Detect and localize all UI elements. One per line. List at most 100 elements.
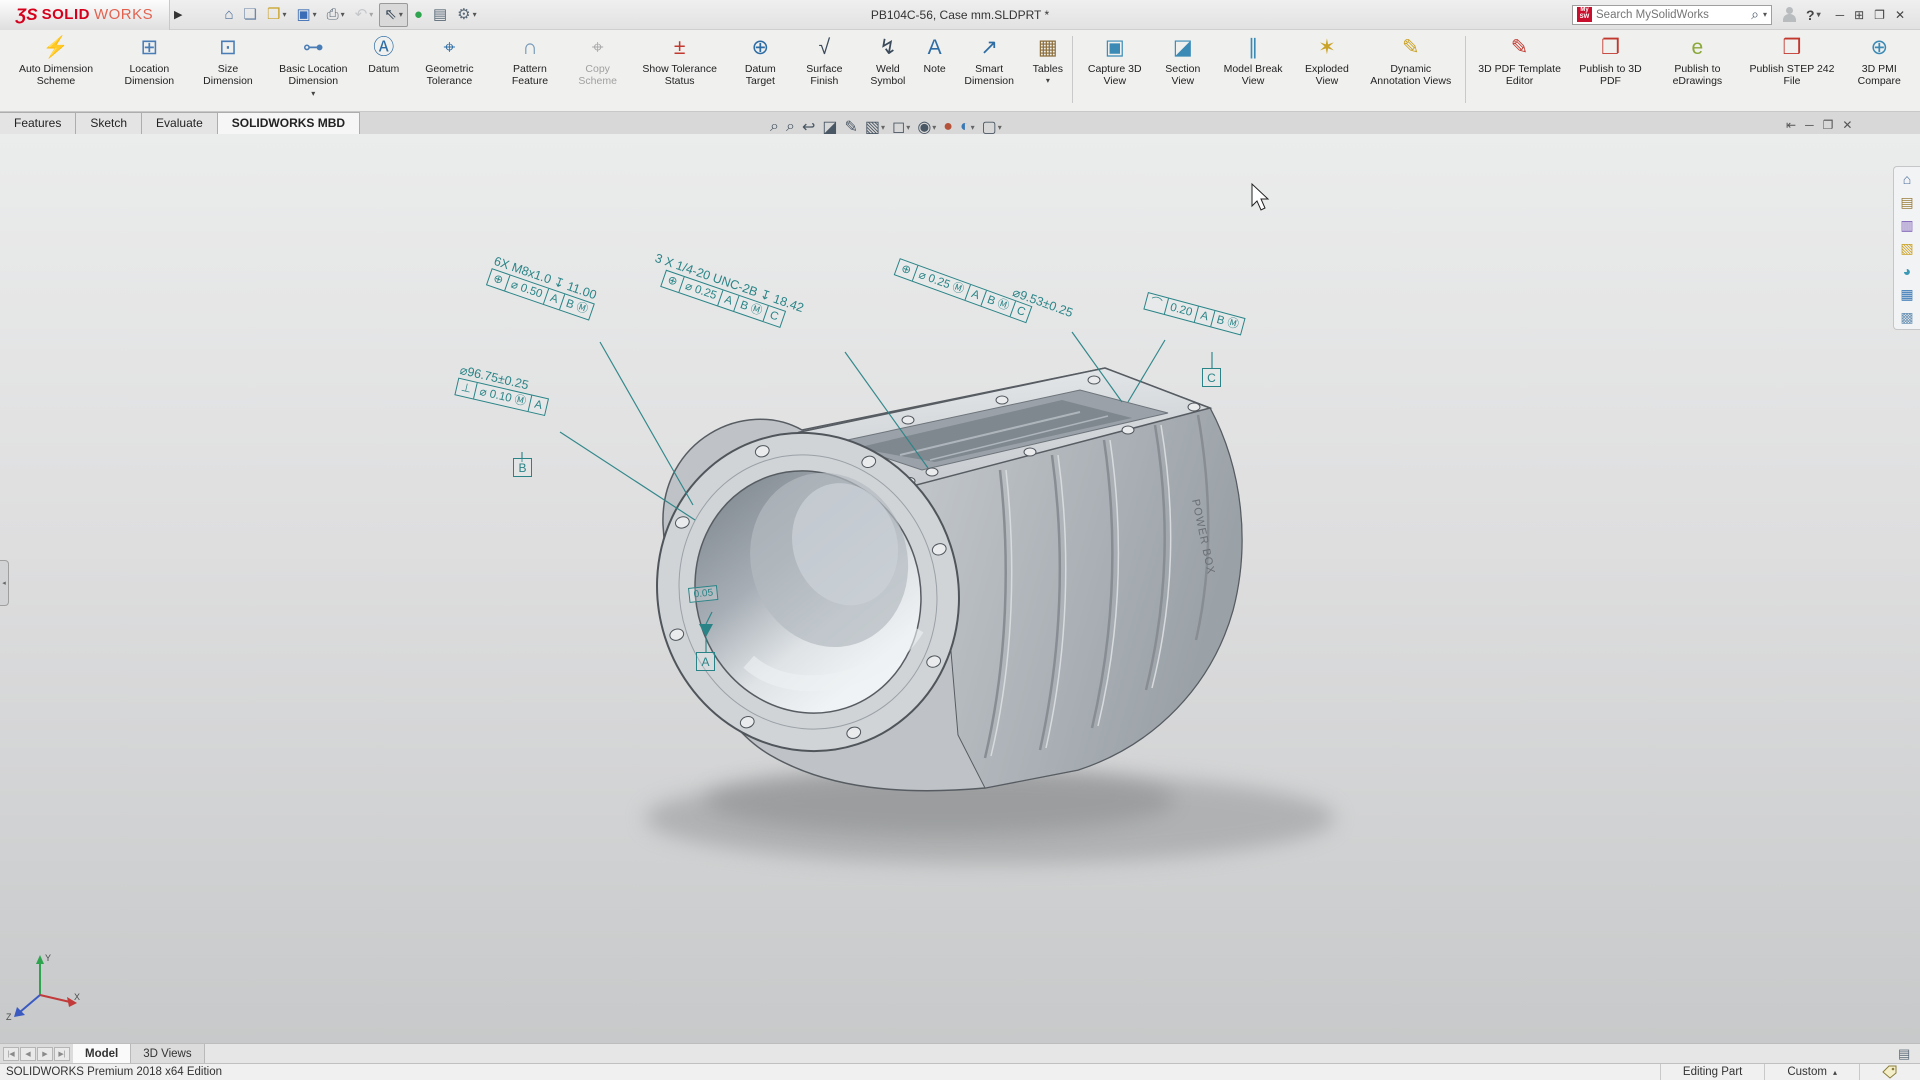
- ribbon-button-show-tolerance-status[interactable]: ±Show Tolerance Status: [630, 32, 729, 111]
- tab-sketch[interactable]: Sketch: [75, 112, 142, 134]
- section-view-button[interactable]: ◪: [822, 117, 837, 137]
- quickbar-print-button[interactable]: ⎙▾: [323, 4, 349, 26]
- custom-properties-icon[interactable]: ▦: [1900, 286, 1913, 302]
- solidworks-resources-icon[interactable]: ▤: [1900, 194, 1913, 210]
- maximize-icon[interactable]: ⊞: [1849, 8, 1869, 22]
- graphics-viewport[interactable]: POWER BOX Y X Z: [0, 134, 1920, 1043]
- user-account-icon[interactable]: [1782, 7, 1796, 22]
- note-icon: A: [928, 33, 942, 63]
- ribbon-button-section-view[interactable]: ◪Section View: [1153, 32, 1213, 111]
- quickbar-undo-button[interactable]: ↶▾: [351, 4, 378, 26]
- dynamic-annotation-views-button[interactable]: ✎: [844, 117, 857, 137]
- ribbon-button-3d-pmi-compare[interactable]: ⊕3D PMI Compare: [1841, 32, 1918, 111]
- ribbon-button-label: Publish to eDrawings: [1656, 63, 1738, 88]
- ribbon-button-datum-target[interactable]: ⊕Datum Target: [729, 32, 791, 111]
- ribbon-button-exploded-view[interactable]: ✶Exploded View: [1293, 32, 1361, 111]
- ribbon-button-model-break-view[interactable]: ∥Model Break View: [1213, 32, 1293, 111]
- search-input[interactable]: [1596, 9, 1747, 21]
- view-orientation-button[interactable]: ▧▾: [865, 117, 885, 137]
- ribbon-button-auto-dimension-scheme[interactable]: ⚡Auto Dimension Scheme: [6, 32, 106, 111]
- tab-evaluate[interactable]: Evaluate: [141, 112, 218, 134]
- file-explorer-icon[interactable]: ▧: [1900, 240, 1913, 256]
- tab-3d-views[interactable]: 3D Views: [131, 1044, 204, 1063]
- datum-c-box[interactable]: C: [1202, 368, 1221, 387]
- ribbon-button-publish-to-edrawings[interactable]: ePublish to eDrawings: [1651, 32, 1743, 111]
- ribbon-button-publish-to-3d-pdf[interactable]: ❐Publish to 3D PDF: [1570, 32, 1652, 111]
- quickbar-open-document-button[interactable]: ❒▾: [263, 4, 290, 26]
- design-library-icon[interactable]: ▥: [1900, 217, 1913, 233]
- ribbon-button-smart-dimension[interactable]: ↗Smart Dimension: [951, 32, 1028, 111]
- sheet-nav-button-3[interactable]: ▶|: [54, 1047, 70, 1061]
- apply-scene-button[interactable]: ◐▾: [960, 118, 975, 136]
- apply-scene-icon: ◐: [960, 118, 970, 136]
- ribbon-button-tables[interactable]: ▦Tables▾: [1028, 32, 1068, 111]
- datum-b-box[interactable]: B: [513, 458, 532, 477]
- ribbon-button-surface-finish[interactable]: √Surface Finish: [791, 32, 857, 111]
- orientation-triad: Y X Z: [6, 953, 80, 1022]
- previous-view-button[interactable]: ↩: [802, 117, 815, 137]
- view-settings-button[interactable]: ▢▾: [982, 117, 1002, 137]
- custom-properties-tag[interactable]: [1859, 1064, 1920, 1080]
- quickbar-rebuild-traffic-light-button[interactable]: ●: [410, 4, 427, 26]
- search-icon[interactable]: ⌕: [1751, 6, 1759, 23]
- minimize-icon[interactable]: ─: [1831, 8, 1850, 22]
- feature-manager-collapse-tab[interactable]: ◂: [0, 560, 9, 606]
- ribbon-button-weld-symbol[interactable]: ↯Weld Symbol: [857, 32, 918, 111]
- ribbon-button-label: Geometric Tolerance: [409, 63, 489, 88]
- ribbon-separator: [1465, 36, 1466, 103]
- search-caret-icon[interactable]: ▾: [1763, 10, 1767, 19]
- caret-down-icon: ▾: [282, 10, 286, 19]
- ribbon-button-datum[interactable]: ⒶDatum: [363, 32, 404, 111]
- tab-solidworks-mbd[interactable]: SOLIDWORKS MBD: [217, 112, 360, 134]
- menu-expand-arrow-icon[interactable]: ▶: [170, 8, 190, 21]
- ribbon-button-3d-pdf-template-editor[interactable]: ✎3D PDF Template Editor: [1470, 32, 1570, 111]
- ribbon-button-dynamic-annotation-views[interactable]: ✎Dynamic Annotation Views: [1361, 32, 1461, 111]
- close-document-icon[interactable]: ✕: [1842, 118, 1852, 132]
- quickbar-home-button[interactable]: ⌂: [220, 4, 237, 26]
- cascade-icon[interactable]: ❐: [1869, 8, 1890, 22]
- ribbon-button-note[interactable]: ANote: [919, 32, 951, 111]
- quickbar-select-button[interactable]: ⇖▾: [379, 3, 408, 27]
- ribbon-button-basic-location-dimension[interactable]: ⊶Basic Location Dimension▾: [263, 32, 363, 111]
- tab-features[interactable]: Features: [0, 112, 76, 134]
- configuration-selector[interactable]: Custom ▴: [1764, 1064, 1859, 1080]
- edit-appearance-button[interactable]: ●: [943, 118, 953, 136]
- display-style-button[interactable]: ◻▾: [892, 117, 910, 137]
- hide-show-items-button[interactable]: ◉▾: [917, 117, 936, 137]
- sheet-nav-button-2[interactable]: ▶: [37, 1047, 53, 1061]
- zoom-to-area-button[interactable]: ⌕: [786, 118, 795, 136]
- ribbon-button-geometric-tolerance[interactable]: ⌖Geometric Tolerance: [404, 32, 494, 111]
- ribbon-button-copy-scheme[interactable]: ⌖Copy Scheme: [565, 32, 630, 111]
- task-pane-toggle-icon[interactable]: ▤: [1898, 1046, 1910, 1062]
- ribbon-button-location-dimension[interactable]: ⊞Location Dimension: [106, 32, 193, 111]
- feature-control-frame: 0.05: [688, 585, 719, 603]
- 3d-pmi-compare-icon: ⊕: [1870, 33, 1888, 63]
- help-button[interactable]: ? ▾: [1806, 7, 1821, 23]
- datum-a-box[interactable]: A: [696, 652, 715, 671]
- sheet-nav-button-1[interactable]: ◀: [20, 1047, 36, 1061]
- ribbon-button-capture-3d-view[interactable]: ▣Capture 3D View: [1077, 32, 1153, 111]
- sheet-nav-button-0[interactable]: |◀: [3, 1047, 19, 1061]
- quickbar-save-button[interactable]: ▣▾: [292, 4, 320, 26]
- annotation-small-tolerance[interactable]: 0.05: [688, 585, 719, 603]
- restore-document-icon[interactable]: ❐: [1823, 118, 1834, 132]
- zoom-to-fit-button[interactable]: ⌕: [770, 118, 779, 136]
- quickbar-new-document-button[interactable]: ❏: [240, 4, 261, 26]
- search-box[interactable]: My SW ⌕ ▾: [1572, 5, 1772, 25]
- ribbon-button-pattern-feature[interactable]: ∩Pattern Feature: [495, 32, 566, 111]
- dock-pane-icon[interactable]: ⇤: [1786, 118, 1796, 132]
- forum-icon[interactable]: ▩: [1900, 309, 1913, 325]
- ribbon-button-publish-step-242-file[interactable]: ❒Publish STEP 242 File: [1743, 32, 1840, 111]
- ribbon-button-label: Note: [924, 63, 946, 75]
- status-bar: SOLIDWORKS Premium 2018 x64 Edition Edit…: [0, 1063, 1920, 1080]
- view-settings-icon: ▢: [982, 117, 997, 137]
- save-icon: ▣: [296, 6, 310, 24]
- home-icon[interactable]: ⌂: [1903, 171, 1911, 187]
- minimize-document-icon[interactable]: ─: [1805, 118, 1814, 132]
- quickbar-file-properties-button[interactable]: ▤: [429, 4, 451, 26]
- ribbon-button-size-dimension[interactable]: ⊡Size Dimension: [193, 32, 264, 111]
- tab-model[interactable]: Model: [73, 1044, 131, 1063]
- quickbar-options-button[interactable]: ⚙▾: [453, 4, 480, 26]
- appearances-scenes-icon[interactable]: ◕: [1903, 263, 1911, 279]
- close-icon[interactable]: ✕: [1890, 8, 1910, 22]
